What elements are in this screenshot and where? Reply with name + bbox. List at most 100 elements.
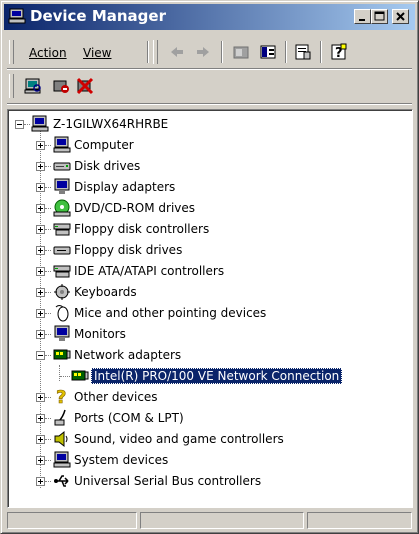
tree-item-system-devices[interactable]: System devices (8, 450, 408, 471)
expand-icon[interactable] (36, 267, 45, 276)
monitor-icon (53, 178, 71, 196)
tree-item-disk-drives[interactable]: Disk drives (8, 156, 408, 177)
expand-icon[interactable] (36, 288, 45, 297)
tree-item-label: Floppy disk controllers (74, 222, 210, 236)
computer-icon (53, 136, 71, 154)
forward-icon[interactable] (193, 42, 213, 62)
uninstall-device-icon[interactable] (75, 76, 95, 96)
tree-item-sound-video-game[interactable]: Sound, video and game controllers (8, 429, 408, 450)
expand-icon[interactable] (36, 183, 45, 192)
tree-item-dvd-cdrom-drives[interactable]: DVD/CD-ROM drives (8, 198, 408, 219)
tree-item-label: IDE ATA/ATAPI controllers (74, 264, 225, 278)
tree-item-computer[interactable]: Computer (8, 135, 408, 156)
expand-icon[interactable] (36, 246, 45, 255)
tree-item-floppy-disk-controllers[interactable]: Floppy disk controllers (8, 219, 408, 240)
expand-icon[interactable] (36, 330, 45, 339)
tree-connector (45, 418, 51, 419)
toolbar-separator (221, 41, 223, 63)
minimize-button[interactable] (354, 9, 371, 24)
tree-item-keyboards[interactable]: Keyboards (8, 282, 408, 303)
cdrom-icon (53, 199, 71, 217)
expand-icon[interactable] (36, 204, 45, 213)
title-bar[interactable]: Device Manager (4, 4, 415, 30)
expand-icon[interactable] (36, 393, 45, 402)
tree-item-mice[interactable]: Mice and other pointing devices (8, 303, 408, 324)
tree-item-label: Network adapters (74, 348, 182, 362)
tree-item-label: Floppy disk drives (74, 243, 183, 257)
tree-item-usb-controllers[interactable]: Universal Serial Bus controllers (8, 471, 408, 492)
disk-drive-icon (53, 157, 71, 175)
back-icon[interactable] (167, 42, 187, 62)
toolbar-separator (147, 41, 149, 63)
computer-icon (31, 115, 49, 133)
tree-connector (45, 355, 51, 356)
expand-icon[interactable] (36, 162, 45, 171)
show-hide-icon[interactable] (258, 42, 278, 62)
tree-item-label: DVD/CD-ROM drives (74, 201, 196, 215)
status-panel (7, 512, 137, 529)
expand-icon[interactable] (36, 477, 45, 486)
tree-connector (45, 229, 51, 230)
tree-connector (45, 271, 51, 272)
tree-item-monitors[interactable]: Monitors (8, 324, 408, 345)
tree-connector (45, 334, 51, 335)
disable-device-icon[interactable] (51, 76, 71, 96)
expand-icon[interactable] (36, 435, 45, 444)
controller-icon (53, 220, 71, 238)
scan-hardware-icon[interactable] (23, 76, 43, 96)
keyboard-icon (53, 283, 71, 301)
tree-item-ports[interactable]: Ports (COM & LPT) (8, 408, 408, 429)
tree-connector (45, 397, 51, 398)
selected-device-label: Intel(R) PRO/100 VE Network Connection (91, 368, 343, 384)
tree-item-ide-controllers[interactable]: IDE ATA/ATAPI controllers (8, 261, 408, 282)
toolbar-grip[interactable] (9, 40, 14, 64)
tree-item-label: Universal Serial Bus controllers (74, 474, 262, 488)
status-panel (307, 512, 412, 529)
toolbar-grip[interactable] (153, 40, 158, 64)
expand-icon[interactable] (36, 309, 45, 318)
expand-icon[interactable] (36, 225, 45, 234)
tree-item-label: Ports (COM & LPT) (74, 411, 184, 425)
device-toolbar (7, 71, 412, 101)
help-icon[interactable]: ? (329, 42, 349, 62)
expand-icon[interactable] (36, 414, 45, 423)
device-manager-window: Device Manager Action View ? Z-1GILWX64R… (0, 0, 419, 534)
menu-action[interactable]: Action (29, 46, 67, 60)
tree-item-floppy-disk-drives[interactable]: Floppy disk drives (8, 240, 408, 261)
toolbar-divider (7, 68, 412, 70)
tree-item-label: Mice and other pointing devices (74, 306, 267, 320)
network-card-icon (71, 367, 89, 385)
tree-item-network-adapters[interactable]: Network adapters (8, 345, 408, 366)
tree-item-label: System devices (74, 453, 169, 467)
collapse-icon[interactable] (15, 120, 24, 129)
port-icon (53, 409, 71, 427)
tree-item-other-devices[interactable]: ? Other devices (8, 387, 408, 408)
toolbar-grip[interactable] (9, 74, 14, 98)
menu-view[interactable]: View (83, 46, 111, 60)
controller-icon (53, 262, 71, 280)
toolbar-separator (320, 41, 322, 63)
tree-item-label: Keyboards (74, 285, 137, 299)
speaker-icon (53, 430, 71, 448)
maximize-button[interactable] (371, 9, 388, 24)
expand-icon[interactable] (36, 456, 45, 465)
folder-properties-icon[interactable] (231, 42, 251, 62)
tree-item-intel-network-connection[interactable]: Intel(R) PRO/100 VE Network Connection (8, 366, 408, 387)
expand-icon[interactable] (36, 141, 45, 150)
tree-connector (24, 124, 30, 125)
tree-connector (60, 376, 70, 377)
device-tree[interactable]: Z-1GILWX64RHRBE Computer Disk drives Dis… (7, 109, 413, 508)
computer-icon (53, 451, 71, 469)
tree-item-display-adapters[interactable]: Display adapters (8, 177, 408, 198)
tree-connector (45, 166, 51, 167)
properties-icon[interactable] (293, 42, 313, 62)
collapse-icon[interactable] (36, 351, 45, 360)
tree-connector (45, 145, 51, 146)
toolbar-separator (285, 41, 287, 63)
close-button[interactable] (392, 9, 409, 24)
tree-item-label: Sound, video and game controllers (74, 432, 284, 446)
tree-item-label: Disk drives (74, 159, 141, 173)
toolbar-divider (7, 103, 412, 105)
network-card-icon (53, 346, 71, 364)
tree-root[interactable]: Z-1GILWX64RHRBE (8, 114, 408, 135)
